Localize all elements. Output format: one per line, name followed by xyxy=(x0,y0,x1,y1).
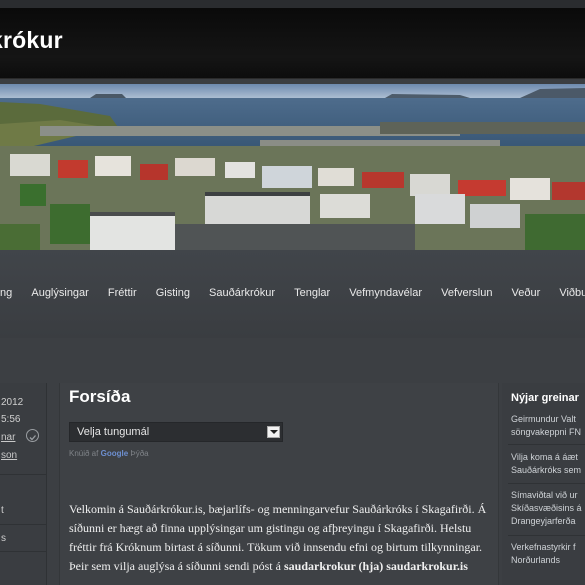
nav-item-frettir[interactable]: Fréttir xyxy=(108,287,137,299)
left-menu-item-1[interactable]: t xyxy=(1,505,4,516)
nav-item-tenglar[interactable]: Tenglar xyxy=(294,287,330,299)
news-item[interactable]: Vilja koma á áæt Sauðárkróks sem xyxy=(511,451,585,477)
nav-item-vefverslun[interactable]: Vefverslun xyxy=(441,287,492,299)
left-sidebar: 2012 5:56 nar son t s xyxy=(0,383,47,585)
nav-item-afthreying[interactable]: eying xyxy=(0,287,12,299)
site-title[interactable]: krókur xyxy=(0,27,63,54)
post-time: 5:56 xyxy=(1,414,21,425)
right-sidebar: Nýjar greinar Geirmundur Valt söngvakeppn… xyxy=(502,383,585,585)
divider xyxy=(0,551,46,552)
nav-item-vedur[interactable]: Veður xyxy=(512,287,541,299)
header-banner-photo xyxy=(0,84,585,250)
google-translate-credit: Knúið af Google Þýða xyxy=(69,449,149,458)
language-select[interactable]: Velja tungumál xyxy=(69,422,283,442)
contact-email[interactable]: saudarkrokur (hja) saudarkrokur.is xyxy=(284,559,468,573)
post-date: 2012 xyxy=(1,397,24,408)
divider xyxy=(508,444,585,445)
divider xyxy=(508,535,585,536)
divider xyxy=(0,474,46,475)
chevron-down-icon xyxy=(267,426,280,438)
top-strip xyxy=(0,0,585,8)
nav-item-vidburdir[interactable]: Viðburðir xyxy=(559,287,585,299)
left-link-1[interactable]: nar xyxy=(1,432,15,443)
check-icon xyxy=(26,429,39,442)
news-item[interactable]: Geirmundur Valt söngvakeppni FN xyxy=(511,413,585,439)
left-link-2[interactable]: son xyxy=(1,450,17,461)
divider xyxy=(508,483,585,484)
language-select-value: Velja tungumál xyxy=(77,426,150,438)
nav-item-vefmyndavelar[interactable]: Vefmyndavélar xyxy=(349,287,422,299)
news-item[interactable]: Símaviðtal við ur Skíðasvæðisins á Drangey… xyxy=(511,489,585,528)
divider xyxy=(0,524,46,525)
intro-text: Velkomin á Sauðárkrókur.is, bæjarlífs- o… xyxy=(69,502,487,573)
main-nav: eying Auglýsingar Fréttir Gisting Sauðár… xyxy=(0,250,585,338)
sidebar-title: Nýjar greinar xyxy=(511,392,579,404)
nav-item-gisting[interactable]: Gisting xyxy=(156,287,190,299)
google-logo[interactable]: Google xyxy=(101,449,129,458)
left-menu-item-2[interactable]: s xyxy=(1,533,6,544)
news-item[interactable]: Verkefnastyrkir f Norðurlands xyxy=(511,541,585,567)
nav-item-saudarkrokur[interactable]: Sauðárkrókur xyxy=(209,287,275,299)
page-title: Forsíða xyxy=(69,387,131,406)
main-content: Forsíða Velja tungumál Knúið af Google Þ… xyxy=(59,383,499,585)
header: krókur xyxy=(0,8,585,79)
nav-item-auglysingar[interactable]: Auglýsingar xyxy=(31,287,88,299)
